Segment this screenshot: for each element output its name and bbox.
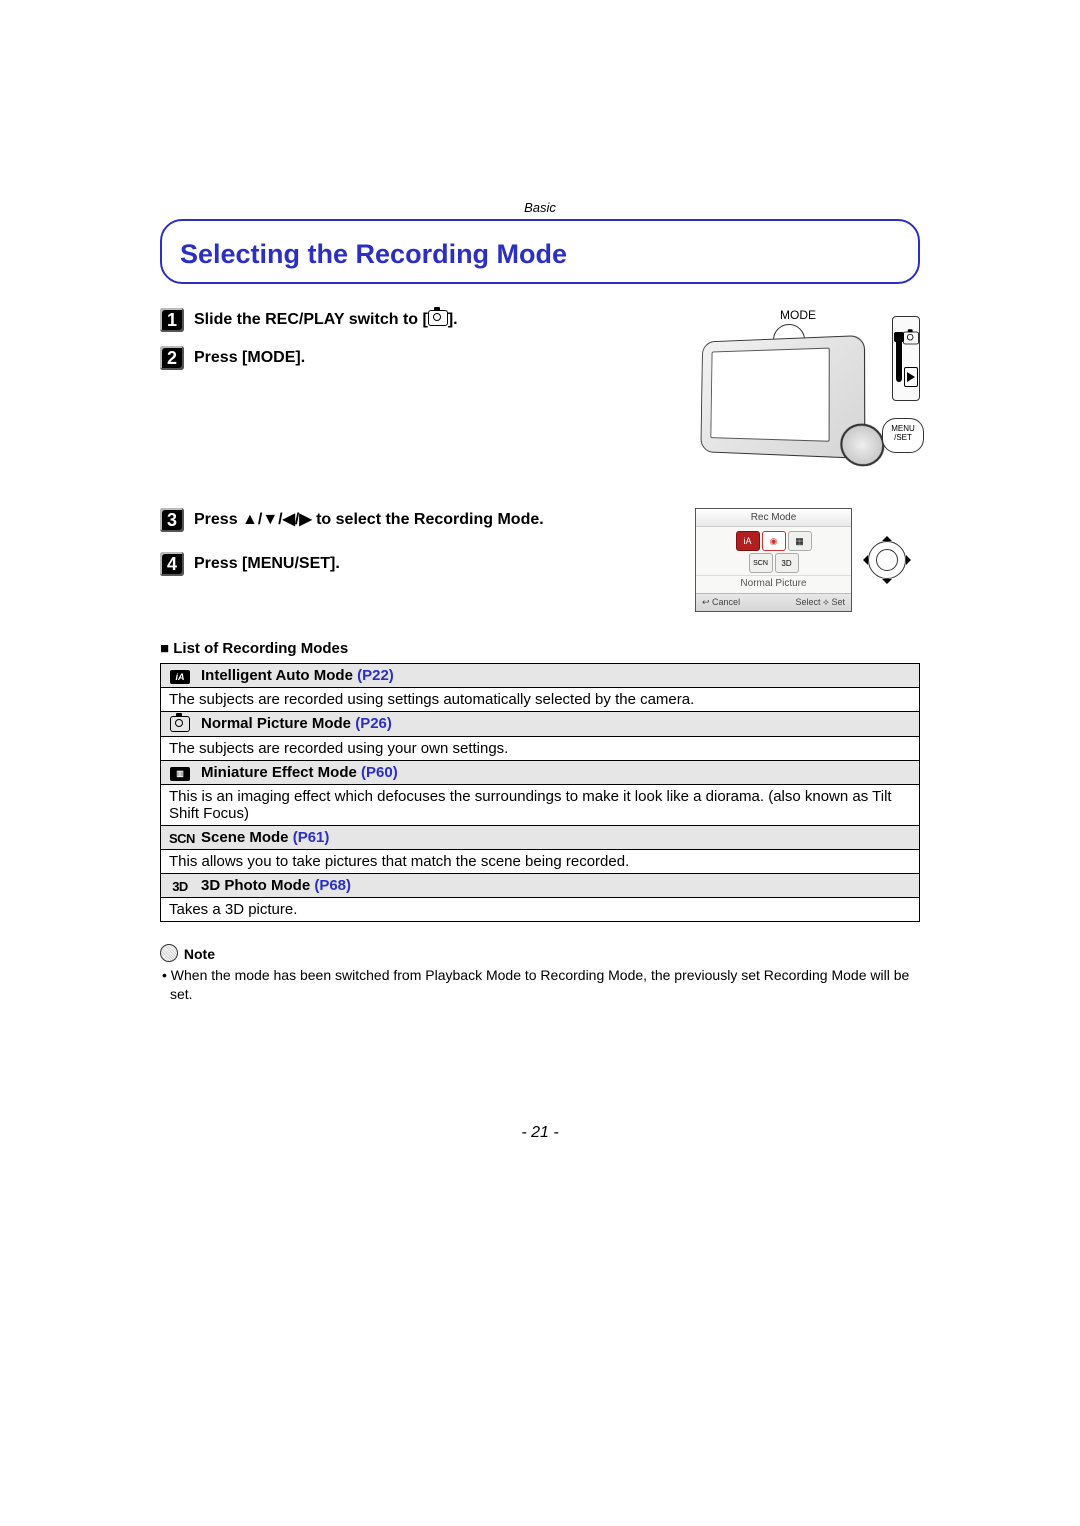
mode-name: 3D Photo Mode — [201, 877, 310, 894]
note-icon — [160, 944, 178, 962]
step-number-1: 1 — [160, 308, 184, 332]
miniature-icon: ▥ — [170, 767, 190, 781]
mode-name: Normal Picture Mode — [201, 715, 351, 732]
camera-body — [700, 335, 865, 459]
page-number: - 21 - — [160, 1124, 920, 1142]
title-frame: Selecting the Recording Mode — [160, 219, 920, 284]
mode-description: This is an imaging effect which defocuse… — [161, 785, 920, 826]
mode-name: Scene Mode — [201, 829, 289, 846]
page-link[interactable]: (P68) — [314, 877, 351, 894]
camera-illustration: MODE MENU /SET — [695, 308, 920, 468]
mode-chip-3d: 3D — [775, 553, 799, 573]
mode-desc-row: The subjects are recorded using your own… — [161, 736, 920, 760]
section-label: Basic — [160, 200, 920, 215]
step-number-2: 2 — [160, 346, 184, 370]
page-link[interactable]: (P61) — [293, 829, 330, 846]
page-title: Selecting the Recording Mode — [180, 239, 900, 270]
page-link[interactable]: (P60) — [361, 764, 398, 781]
mode-header-row: 3D 3D Photo Mode (P68) — [161, 874, 920, 898]
step-4: 4 Press [MENU/SET]. — [160, 552, 675, 576]
note-block: Note • When the mode has been switched f… — [160, 944, 920, 1004]
scn-icon: SCN — [169, 831, 195, 846]
mode-desc-row: This allows you to take pictures that ma… — [161, 850, 920, 874]
mode-description: The subjects are recorded using settings… — [161, 688, 920, 712]
screen-cancel: ↩ Cancel — [702, 597, 740, 608]
camera-icon — [170, 716, 190, 732]
mode-button-label: MODE — [780, 308, 816, 322]
screen-illustration: Rec Mode iA ◉ ▦ SCN 3D Normal Picture ↩ … — [695, 508, 920, 612]
mode-chip-scn: SCN — [749, 553, 773, 573]
screen-title: Rec Mode — [696, 509, 851, 527]
step-2-text: Press [MODE]. — [194, 346, 305, 369]
manual-page: Basic Selecting the Recording Mode 1 Sli… — [160, 200, 920, 1142]
page-link[interactable]: (P22) — [357, 667, 394, 684]
rec-play-switch — [892, 316, 920, 401]
note-bullet: • When the mode has been switched from P… — [162, 966, 920, 1004]
camera-icon — [428, 310, 448, 326]
step-1-text: Slide the REC/PLAY switch to []. — [194, 308, 458, 331]
mode-chip-mini: ▦ — [788, 531, 812, 551]
menu-set-button-label: MENU /SET — [882, 418, 924, 453]
mode-chip-ia: iA — [736, 531, 760, 551]
step-3-text: Press ▲/▼/◀/▶ to select the Recording Mo… — [194, 508, 544, 531]
camera-icon — [903, 332, 919, 345]
mode-header-row: ▥ Miniature Effect Mode (P60) — [161, 760, 920, 785]
recording-modes-table: iA Intelligent Auto Mode (P22) The subject… — [160, 663, 920, 922]
steps-row-1: 1 Slide the REC/PLAY switch to []. 2 Pre… — [160, 308, 920, 468]
mode-desc-row: The subjects are recorded using settings… — [161, 688, 920, 712]
mode-desc-row: Takes a 3D picture. — [161, 898, 920, 922]
rec-mode-screen: Rec Mode iA ◉ ▦ SCN 3D Normal Picture ↩ … — [695, 508, 852, 612]
play-icon — [904, 367, 918, 387]
step-number-4: 4 — [160, 552, 184, 576]
step-3: 3 Press ▲/▼/◀/▶ to select the Recording … — [160, 508, 675, 532]
step-2: 2 Press [MODE]. — [160, 346, 675, 370]
mode-desc-row: This is an imaging effect which defocuse… — [161, 785, 920, 826]
mode-header-row: SCN Scene Mode (P61) — [161, 826, 920, 850]
mode-name: Miniature Effect Mode — [201, 764, 357, 781]
mode-description: Takes a 3D picture. — [161, 898, 920, 922]
mode-chip-normal: ◉ — [762, 531, 786, 551]
mode-description: The subjects are recorded using your own… — [161, 736, 920, 760]
step-1: 1 Slide the REC/PLAY switch to []. — [160, 308, 675, 332]
page-link[interactable]: (P26) — [355, 715, 392, 732]
3d-icon: 3D — [172, 879, 188, 894]
mode-description: This allows you to take pictures that ma… — [161, 850, 920, 874]
mode-header-row: Normal Picture Mode (P26) — [161, 712, 920, 737]
mode-name: Intelligent Auto Mode — [201, 667, 353, 684]
step-4-text: Press [MENU/SET]. — [194, 552, 340, 575]
dpad-icon — [860, 533, 914, 587]
note-label: Note — [184, 946, 215, 962]
step-number-3: 3 — [160, 508, 184, 532]
ia-icon: iA — [170, 670, 190, 684]
screen-select-set: Select ⟡ Set — [796, 597, 845, 608]
screen-subtitle: Normal Picture — [696, 575, 851, 593]
modes-list-heading: List of Recording Modes — [160, 640, 920, 657]
mode-header-row: iA Intelligent Auto Mode (P22) — [161, 664, 920, 688]
steps-row-2: 3 Press ▲/▼/◀/▶ to select the Recording … — [160, 508, 920, 612]
